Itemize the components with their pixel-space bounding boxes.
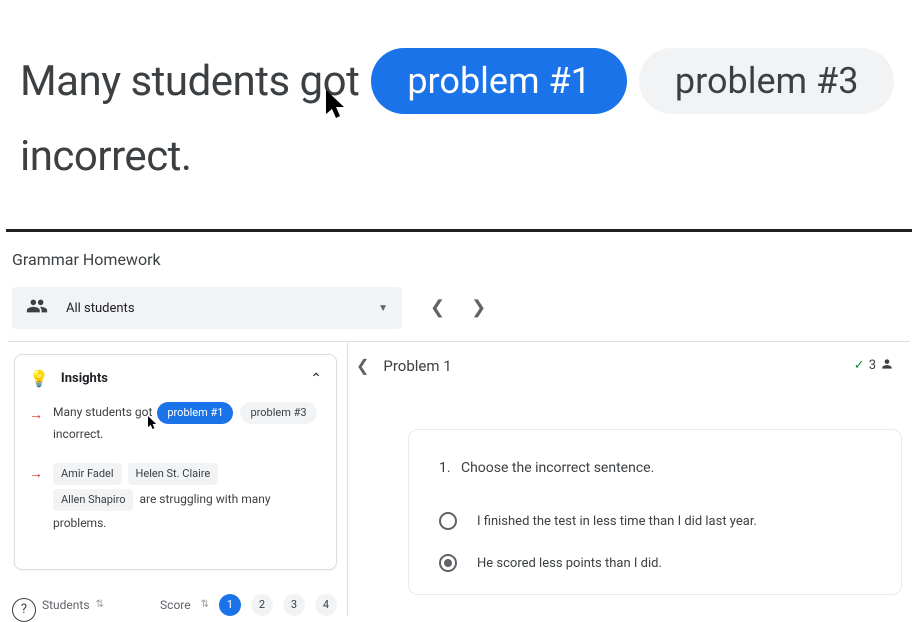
question-card: 1. Choose the incorrect sentence. I fini…	[408, 429, 902, 595]
insight-suffix: incorrect.	[53, 427, 103, 441]
toolbar: All students ▼ ❮ ❯	[8, 287, 910, 329]
score-column-header[interactable]: Score	[160, 598, 191, 612]
page-number-1[interactable]: 1	[219, 594, 241, 616]
hero-suffix: incorrect.	[20, 132, 192, 181]
left-pane: 💡 Insights ⌃ → Many students got problem…	[8, 342, 348, 616]
question-prompt: Choose the incorrect sentence.	[461, 460, 654, 476]
hero-section: Many students got problem #1 problem #3 …	[0, 0, 918, 229]
page-title: Grammar Homework	[8, 250, 910, 287]
back-chevron-icon[interactable]: ❮	[356, 356, 369, 375]
student-chip[interactable]: Helen St. Claire	[128, 463, 219, 485]
people-icon	[26, 295, 48, 321]
page-number-3[interactable]: 3	[283, 594, 305, 616]
right-pane: ❮ Problem 1 ✓ 3 1. Choose the incorrect …	[348, 342, 910, 616]
student-chip[interactable]: Allen Shapiro	[53, 489, 133, 511]
insight-pill-problem-1[interactable]: problem #1	[157, 402, 233, 424]
prev-arrow[interactable]: ❮	[430, 299, 445, 317]
sort-icon[interactable]: ⇅	[96, 599, 104, 610]
radio-checked-icon[interactable]	[439, 554, 457, 572]
option-b[interactable]: He scored less points than I did.	[439, 542, 871, 584]
hero-prefix: Many students got	[20, 57, 359, 106]
caret-down-icon: ▼	[378, 303, 388, 314]
arrow-right-icon: →	[29, 402, 43, 445]
insights-title: Insights	[61, 371, 108, 386]
insight-row-students: → Amir Fadel Helen St. Claire Allen Shap…	[29, 461, 322, 534]
insights-card: 💡 Insights ⌃ → Many students got problem…	[14, 354, 337, 570]
check-icon: ✓	[854, 358, 865, 373]
table-header: Students ⇅ Score ⇅ 1 2 3 4	[14, 570, 337, 616]
hero-pill-problem-1[interactable]: problem #1	[371, 48, 627, 114]
sort-icon[interactable]: ⇅	[201, 599, 209, 610]
student-chip[interactable]: Amir Fadel	[53, 463, 122, 485]
students-column-header[interactable]: Students	[42, 598, 90, 612]
cursor-icon	[148, 416, 159, 431]
problem-title: Problem 1	[383, 357, 451, 375]
option-a[interactable]: I finished the test in less time than I …	[439, 500, 871, 542]
students-dropdown[interactable]: All students ▼	[12, 287, 402, 329]
page-number-2[interactable]: 2	[251, 594, 273, 616]
cursor-icon	[326, 90, 350, 122]
insight-text: Many students got	[53, 405, 152, 419]
radio-unchecked-icon[interactable]	[439, 512, 457, 530]
option-a-text: I finished the test in less time than I …	[477, 514, 757, 529]
collapse-icon[interactable]: ⌃	[310, 371, 322, 387]
correct-count: 3	[869, 358, 876, 373]
problem-stats: ✓ 3	[854, 357, 894, 375]
help-button[interactable]: ?	[12, 598, 36, 622]
lightbulb-icon: 💡	[29, 369, 49, 388]
person-icon	[880, 357, 894, 375]
page-number-4[interactable]: 4	[315, 594, 337, 616]
question-number: 1.	[439, 460, 451, 476]
insight-row-problems: → Many students got problem #1 problem #…	[29, 402, 322, 445]
insight-pill-problem-3[interactable]: problem #3	[240, 402, 316, 424]
next-arrow[interactable]: ❯	[471, 299, 486, 317]
hero-pill-problem-3[interactable]: problem #3	[639, 48, 895, 114]
arrow-right-icon: →	[29, 461, 43, 534]
dropdown-label: All students	[66, 301, 135, 316]
app-section: Grammar Homework All students ▼ ❮ ❯ 💡	[0, 232, 918, 616]
